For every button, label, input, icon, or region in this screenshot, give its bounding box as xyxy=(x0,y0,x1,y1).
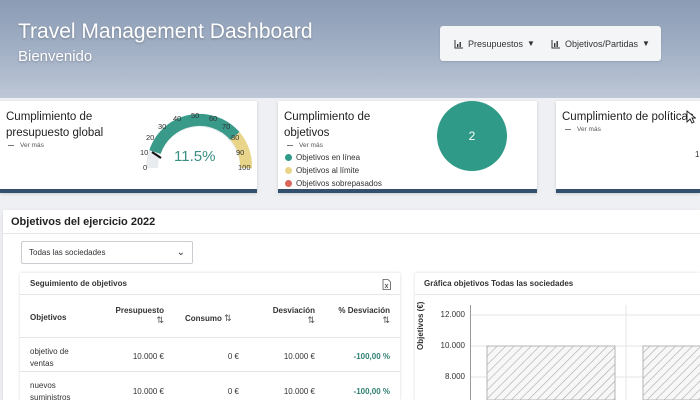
table-cell-consumo: 0 € xyxy=(227,387,239,396)
table-cell-desviacion: 10.000 € xyxy=(283,352,315,361)
column-header-desviacion[interactable]: Desviación ⇅ xyxy=(262,306,315,326)
budget-ver-mas-link[interactable]: Ver más xyxy=(8,142,44,149)
chart-bar xyxy=(642,345,700,400)
gauge-tick-label: 100 xyxy=(238,163,251,172)
column-header-presupuesto[interactable]: Presupuesto ⇅ xyxy=(112,306,164,326)
header-toolbar: Presupuestos ▼ Objetivos/Partidas ▼ xyxy=(440,26,661,61)
gauge-tick-label: 20 xyxy=(146,133,155,142)
y-tick-label: 8.000 xyxy=(444,372,465,381)
sort-icon: ⇅ xyxy=(224,313,232,323)
table-cell-presupuesto: 10.000 € xyxy=(132,387,164,396)
table-cell-presupuesto: 10.000 € xyxy=(132,352,164,361)
presupuestos-label: Presupuestos xyxy=(468,38,524,49)
legend-item: Objetivos sobrepasados xyxy=(285,179,382,188)
column-header-objetivos: Objetivos xyxy=(30,313,67,322)
gauge-tick-label: 80 xyxy=(231,133,240,142)
chevron-down-icon: ⌄ xyxy=(176,247,185,258)
budget-card-title: Cumplimiento de presupuesto global xyxy=(6,111,104,139)
objectives-card-title: Cumplimiento de objetivos xyxy=(284,111,371,139)
gauge-tick-label: 50 xyxy=(191,111,200,120)
divider xyxy=(415,294,700,295)
sort-icon: ⇅ xyxy=(156,315,164,325)
y-axis-label: Objetivos (€) xyxy=(416,301,425,350)
gauge-tick-label: 0 xyxy=(143,163,148,172)
page-subtitle: Bienvenido xyxy=(18,48,93,65)
gauge-value: 11.5% xyxy=(174,148,216,165)
chart-bar xyxy=(486,345,616,400)
table-cell-pct-desviacion: -100,00 % xyxy=(353,352,390,361)
objetivos-partidas-label: Objetivos/Partidas xyxy=(564,38,639,49)
gauge-tick-label: 70 xyxy=(222,122,231,131)
presupuestos-dropdown[interactable]: Presupuestos ▼ xyxy=(454,39,535,49)
divider xyxy=(20,337,400,338)
divider xyxy=(3,233,700,234)
objetivos-partidas-dropdown[interactable]: Objetivos/Partidas ▼ xyxy=(551,39,650,49)
divider xyxy=(20,371,400,372)
y-tick-label: 12.000 xyxy=(440,310,465,319)
gauge-tick-label: 30 xyxy=(158,122,167,131)
table-cell-consumo: 0 € xyxy=(227,352,239,361)
company-select-value: Todas las sociedades xyxy=(29,248,106,257)
sort-icon: ⇅ xyxy=(307,315,315,325)
export-excel-icon[interactable] xyxy=(382,279,391,290)
objectives-bar-chart xyxy=(470,305,700,400)
legend-item: Objetivos en línea xyxy=(285,153,360,162)
mouse-cursor-icon xyxy=(686,110,696,124)
objectives-panel-title: Objetivos del ejercicio 2022 xyxy=(11,216,156,228)
gauge-tick-label: 90 xyxy=(236,148,245,157)
table-cell-pct-desviacion: -100,00 % xyxy=(353,387,390,396)
y-tick-label: 10.000 xyxy=(440,341,465,350)
chevron-down-icon: ▼ xyxy=(642,39,650,48)
column-header-pct-desviacion[interactable]: % Desviación ⇅ xyxy=(332,306,390,326)
table-cell-desviacion: 10.000 € xyxy=(283,387,315,396)
legend-dot xyxy=(285,167,292,174)
bar-chart-icon xyxy=(551,39,560,48)
legend-dot xyxy=(285,180,292,187)
objectives-ver-mas-link[interactable]: Ver más xyxy=(287,142,323,149)
divider xyxy=(20,294,400,295)
sort-icon: ⇅ xyxy=(382,315,390,325)
column-header-consumo[interactable]: Consumo ⇅ xyxy=(185,313,232,324)
bar-chart-icon xyxy=(454,39,463,48)
table-row-objetivo: nuevos suministros xyxy=(30,381,71,400)
legend-dot xyxy=(285,154,292,161)
legend-item: Objetivos al límite xyxy=(285,166,359,175)
policies-ver-mas-link[interactable]: Ver más xyxy=(565,126,601,133)
company-select[interactable]: Todas las sociedades ⌄ xyxy=(21,241,193,264)
page-title: Travel Management Dashboard xyxy=(18,20,313,43)
chart-title: Gráfica objetivos Todas las sociedades xyxy=(424,279,574,288)
gauge-tick-label: 60 xyxy=(209,114,218,123)
chevron-down-icon: ▼ xyxy=(527,39,535,48)
gauge-tick-label: 10 xyxy=(140,148,149,157)
policies-partial-value: 1 xyxy=(695,150,700,159)
gauge-tick-label: 40 xyxy=(173,114,182,123)
objectives-count-circle[interactable]: 2 xyxy=(437,101,507,171)
table-row-objetivo: objetivo de ventas xyxy=(30,347,69,368)
tracking-table-title: Seguimiento de objetivos xyxy=(30,279,127,288)
policies-card-title: Cumplimiento de políticas xyxy=(562,111,694,123)
